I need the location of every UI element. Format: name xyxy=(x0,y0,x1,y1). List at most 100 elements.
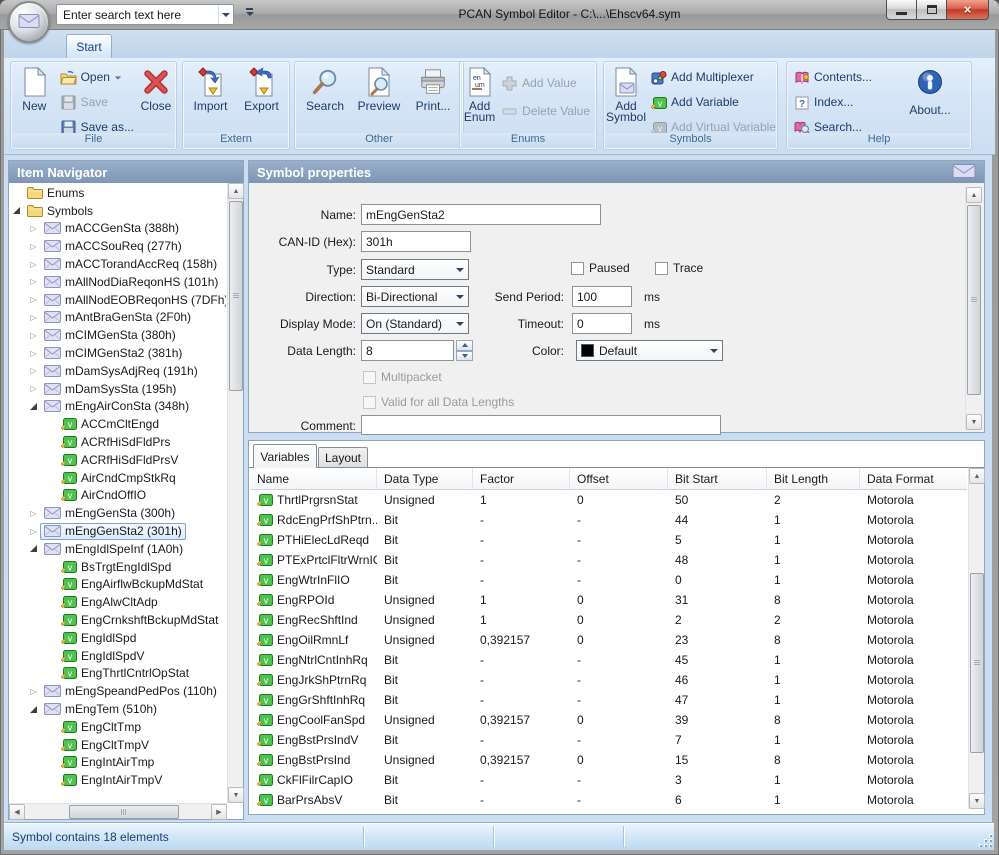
tree-item-mengtem-510h[interactable]: mEngTem (510h) xyxy=(10,700,226,718)
close-window-button[interactable]: × xyxy=(946,0,989,20)
column-header-data-format[interactable]: Data Format xyxy=(860,468,967,489)
valid-all-lengths-checkbox[interactable]: Valid for all Data Lengths xyxy=(363,395,514,409)
tree-item-mengairconsta-348h[interactable]: mEngAirConSta (348h) xyxy=(10,398,226,416)
application-menu-button[interactable] xyxy=(8,1,50,43)
search-dropdown-button[interactable] xyxy=(218,5,233,24)
tree-vertical-scrollbar[interactable]: ▲ ▼ xyxy=(227,183,243,803)
scroll-down-icon[interactable]: ▼ xyxy=(969,793,985,809)
tree-entry[interactable]: Symbols xyxy=(23,202,97,219)
tab-variables[interactable]: Variables xyxy=(253,444,317,468)
tree-item-engcrnkshftbckupmdstat[interactable]: vEngCrnkshftBckupMdStat xyxy=(10,611,226,629)
tree-entry[interactable]: mEngSpeandPedPos (110h) xyxy=(40,683,221,700)
tree-item-mdamsyssta-195h[interactable]: ▷mDamSysSta (195h) xyxy=(10,380,226,398)
add-enum-button[interactable]: enum Add Enum xyxy=(462,63,497,129)
tree-entry[interactable]: Enums xyxy=(23,184,88,201)
tree-item-engintairtmp[interactable]: vEngIntAirTmp xyxy=(10,754,226,772)
tree-entry[interactable]: mACCGenSta (388h) xyxy=(40,220,183,237)
expander-collapsed-icon[interactable]: ▷ xyxy=(27,366,40,375)
timeout-field[interactable] xyxy=(572,313,632,334)
add-multiplexer-button[interactable]: Add Multiplexer xyxy=(647,65,779,90)
variable-row-pthielecldreqd[interactable]: vPTHiElecLdReqdBit--51Motorola xyxy=(250,530,967,550)
scroll-up-icon[interactable]: ▲ xyxy=(966,187,982,203)
variable-row-enggrshftinhrq[interactable]: vEngGrShftInhRqBit--471Motorola xyxy=(250,690,967,710)
add-variable-button[interactable]: v Add Variable xyxy=(647,90,779,115)
tree-entry[interactable]: vACRfHiSdFldPrsV xyxy=(57,451,182,468)
save-button[interactable]: Save xyxy=(57,90,137,115)
variable-row-ptexprtclfltrwrnio[interactable]: vPTExPrtclFltrWrnIOBit--481Motorola xyxy=(250,550,967,570)
variable-row-thrtlprgrsnstat[interactable]: vThrtlPrgrsnStatUnsigned10502Motorola xyxy=(250,490,967,510)
expander-collapsed-icon[interactable]: ▷ xyxy=(27,331,40,340)
expander-collapsed-icon[interactable]: ▷ xyxy=(27,242,40,251)
tree-item-macctorandaccreq-158h[interactable]: ▷mACCTorandAccReq (158h) xyxy=(10,255,226,273)
expander-collapsed-icon[interactable]: ▷ xyxy=(27,260,40,269)
variable-row-engcoolfanspd[interactable]: vEngCoolFanSpdUnsigned0,3921570398Motoro… xyxy=(250,710,967,730)
variable-row-rdcengprfshptrn[interactable]: vRdcEngPrfShPtrn...Bit--441Motorola xyxy=(250,510,967,530)
tree-item-acrfhisdfldprsv[interactable]: vACRfHiSdFldPrsV xyxy=(10,451,226,469)
tree-item-engclttmp[interactable]: vEngCltTmp xyxy=(10,718,226,736)
search-button[interactable]: Search xyxy=(299,63,351,129)
expander-expanded-icon[interactable] xyxy=(27,706,40,713)
expander-expanded-icon[interactable] xyxy=(27,545,40,552)
tab-layout[interactable]: Layout xyxy=(318,447,368,468)
variables-scrollbar[interactable]: ▲ ▼ xyxy=(968,468,984,809)
variables-scroll-thumb[interactable] xyxy=(970,573,984,753)
tree-entry[interactable]: mCIMGenSta2 (381h) xyxy=(40,345,186,362)
column-header-bit-start[interactable]: Bit Start xyxy=(668,468,767,489)
tree-item-engairflwbckupmdstat[interactable]: vEngAirflwBckupMdStat xyxy=(10,576,226,594)
tree-item-mengspeandpedpos-110h[interactable]: ▷mEngSpeandPedPos (110h) xyxy=(10,682,226,700)
scroll-down-icon[interactable]: ▼ xyxy=(228,787,244,803)
tree-item-symbols[interactable]: Symbols xyxy=(10,202,226,220)
minimize-button[interactable] xyxy=(886,0,917,20)
variable-row-engrpoid[interactable]: vEngRPOIdUnsigned10318Motorola xyxy=(250,590,967,610)
tree-entry[interactable]: vEngIntAirTmpV xyxy=(57,772,166,789)
tree-entry[interactable]: vBsTrgtEngIdlSpd xyxy=(57,558,175,575)
add-value-button[interactable]: Add Value xyxy=(498,69,593,97)
search-input[interactable] xyxy=(57,8,218,22)
print-button[interactable]: Print... xyxy=(407,63,459,129)
tree-entry[interactable]: vEngIdlSpd xyxy=(57,629,140,646)
preview-button[interactable]: Preview xyxy=(353,63,405,129)
new-button[interactable]: New xyxy=(13,63,56,129)
tree-item-mcimgensta2-381h[interactable]: ▷mCIMGenSta2 (381h) xyxy=(10,344,226,362)
add-symbol-button[interactable]: Add Symbol xyxy=(606,63,646,129)
tree-item-engalwcltadp[interactable]: vEngAlwCltAdp xyxy=(10,593,226,611)
tree-item-mallnoddiareqonhs-101h[interactable]: ▷mAllNodDiaReqonHS (101h) xyxy=(10,273,226,291)
tree-item-engintairtmpv[interactable]: vEngIntAirTmpV xyxy=(10,771,226,789)
variable-row-engoilrmnlf[interactable]: vEngOilRmnLfUnsigned0,3921570238Motorola xyxy=(250,630,967,650)
tree-horizontal-scrollbar[interactable]: ◀ ▶ xyxy=(9,803,227,819)
tree-entry[interactable]: mDamSysSta (195h) xyxy=(40,380,180,397)
expander-collapsed-icon[interactable]: ▷ xyxy=(27,384,40,393)
customize-quick-access-button[interactable] xyxy=(244,8,255,21)
tree-entry[interactable]: vEngCltTmp xyxy=(57,718,145,735)
tree-entry[interactable]: vEngIntAirTmp xyxy=(57,754,158,771)
scroll-right-icon[interactable]: ▶ xyxy=(211,804,227,820)
tree-item-maccsoureq-277h[interactable]: ▷mACCSouReq (277h) xyxy=(10,237,226,255)
scroll-up-icon[interactable]: ▲ xyxy=(969,468,985,484)
tree-item-mengidlspeinf-1a0h[interactable]: mEngIdlSpeInf (1A0h) xyxy=(10,540,226,558)
tree-vscroll-thumb[interactable] xyxy=(229,201,243,391)
scroll-down-icon[interactable]: ▼ xyxy=(966,414,982,430)
tree-item-engidlspd[interactable]: vEngIdlSpd xyxy=(10,629,226,647)
expander-collapsed-icon[interactable]: ▷ xyxy=(27,687,40,696)
tree-item-engthrtlcntrlopstat[interactable]: vEngThrtlCntrlOpStat xyxy=(10,665,226,683)
expander-collapsed-icon[interactable]: ▷ xyxy=(27,509,40,518)
tree-item-menggensta2-301h[interactable]: ▷mEngGenSta2 (301h) xyxy=(10,522,226,540)
send-period-field[interactable] xyxy=(572,286,632,307)
variable-row-engntrlcntinhrq[interactable]: vEngNtrlCntInhRqBit--451Motorola xyxy=(250,650,967,670)
column-header-name[interactable]: Name xyxy=(250,468,377,489)
tree-item-aircndoffio[interactable]: vAirCndOffIO xyxy=(10,487,226,505)
tree-item-mallnodeobreqonhs-7dfh[interactable]: ▷mAllNodEOBReqonHS (7DFh) xyxy=(10,291,226,309)
tree-item-aircndcmpstkrq[interactable]: vAirCndCmpStkRq xyxy=(10,469,226,487)
tree-entry[interactable]: vEngCrnkshftBckupMdStat xyxy=(57,612,222,629)
tree-entry[interactable]: mEngGenSta (300h) xyxy=(40,505,179,522)
tree-item-menggensta-300h[interactable]: ▷mEngGenSta (300h) xyxy=(10,504,226,522)
expander-collapsed-icon[interactable]: ▷ xyxy=(27,313,40,322)
close-button[interactable]: Close xyxy=(138,63,174,129)
tree-entry[interactable]: vACCmCltEngd xyxy=(57,416,163,433)
tree-entry[interactable]: vEngAirflwBckupMdStat xyxy=(57,576,207,593)
about-button[interactable]: About... xyxy=(899,63,961,129)
tree-item-accmcltengd[interactable]: vACCmCltEngd xyxy=(10,415,226,433)
type-select[interactable]: Standard xyxy=(361,259,469,280)
import-button[interactable]: Import xyxy=(185,63,236,129)
resize-grip[interactable] xyxy=(978,833,992,847)
